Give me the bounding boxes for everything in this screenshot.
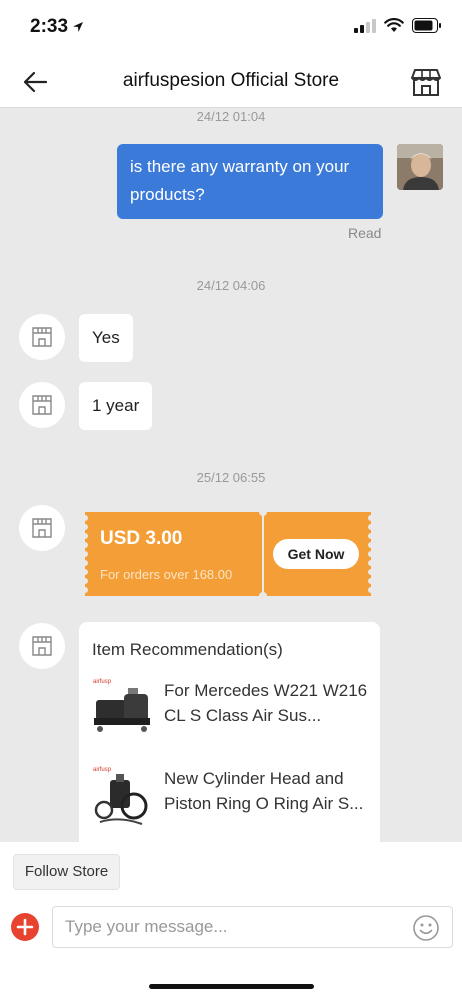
- store-icon: [32, 518, 52, 538]
- store-icon: [32, 327, 52, 347]
- cylinder-head-product-image: airfusp: [90, 762, 154, 830]
- air-compressor-product-image: airfusp: [90, 674, 154, 742]
- outgoing-message[interactable]: is there any warranty on your products?: [117, 144, 383, 219]
- home-indicator: [149, 984, 314, 989]
- user-photo-icon: [397, 144, 443, 190]
- recommended-item-name: New Cylinder Head and Piston Ring O Ring…: [164, 769, 364, 813]
- store-avatar: [19, 314, 65, 360]
- item-recommendation-card: Item Recommendation(s) airfusp For Merce…: [79, 622, 380, 842]
- wifi-icon: [384, 18, 404, 32]
- read-receipt: Read: [348, 225, 382, 241]
- location-arrow-icon: [73, 22, 84, 32]
- coupon-perforation: [82, 512, 374, 596]
- recommended-item-name: For Mercedes W221 W216 CL S Class Air Su…: [164, 681, 368, 725]
- timestamp: 24/12 01:04: [196, 109, 266, 124]
- chat-header: airfuspesion Official Store: [0, 56, 462, 108]
- bottom-bar: Follow Store: [0, 842, 462, 1000]
- svg-text:airfusp: airfusp: [93, 679, 112, 685]
- status-time-text: 2:33: [30, 16, 69, 37]
- recommended-item[interactable]: airfusp New Cylinder Head and Piston Rin…: [90, 762, 370, 834]
- svg-text:airfusp: airfusp: [93, 767, 112, 773]
- user-avatar: [397, 144, 443, 190]
- store-icon: [32, 395, 52, 415]
- chat-area[interactable]: 24/12 01:04 is there any warranty on you…: [0, 108, 462, 842]
- store-icon: [32, 636, 52, 656]
- status-icons: [354, 18, 442, 33]
- store-avatar: [19, 623, 65, 669]
- timestamp: 25/12 06:55: [196, 470, 266, 485]
- signal-icon: [354, 18, 376, 33]
- store-avatar: [19, 505, 65, 551]
- add-attachment-button[interactable]: [11, 913, 39, 941]
- incoming-message[interactable]: Yes: [79, 314, 133, 362]
- emoji-button[interactable]: [412, 914, 440, 942]
- incoming-message[interactable]: 1 year: [79, 382, 153, 430]
- store-avatar: [19, 382, 65, 428]
- battery-icon: [412, 18, 441, 33]
- timestamp: 24/12 04:06: [196, 278, 266, 293]
- store-button[interactable]: [410, 66, 442, 98]
- message-input[interactable]: [52, 906, 453, 948]
- follow-store-button[interactable]: Follow Store: [13, 854, 120, 890]
- emoji-icon: [413, 915, 439, 941]
- plus-icon: [16, 918, 34, 936]
- coupon-card: USD 3.00 For orders over 168.00 Get Now: [82, 512, 374, 596]
- recommended-item[interactable]: airfusp For Mercedes W221 W216 CL S Clas…: [90, 674, 370, 746]
- status-time: 2:33: [30, 16, 84, 38]
- store-icon: [411, 69, 441, 96]
- recommendation-title: Item Recommendation(s): [92, 640, 283, 659]
- status-bar: 2:33: [0, 0, 462, 56]
- store-title: airfuspesion Official Store: [122, 70, 340, 91]
